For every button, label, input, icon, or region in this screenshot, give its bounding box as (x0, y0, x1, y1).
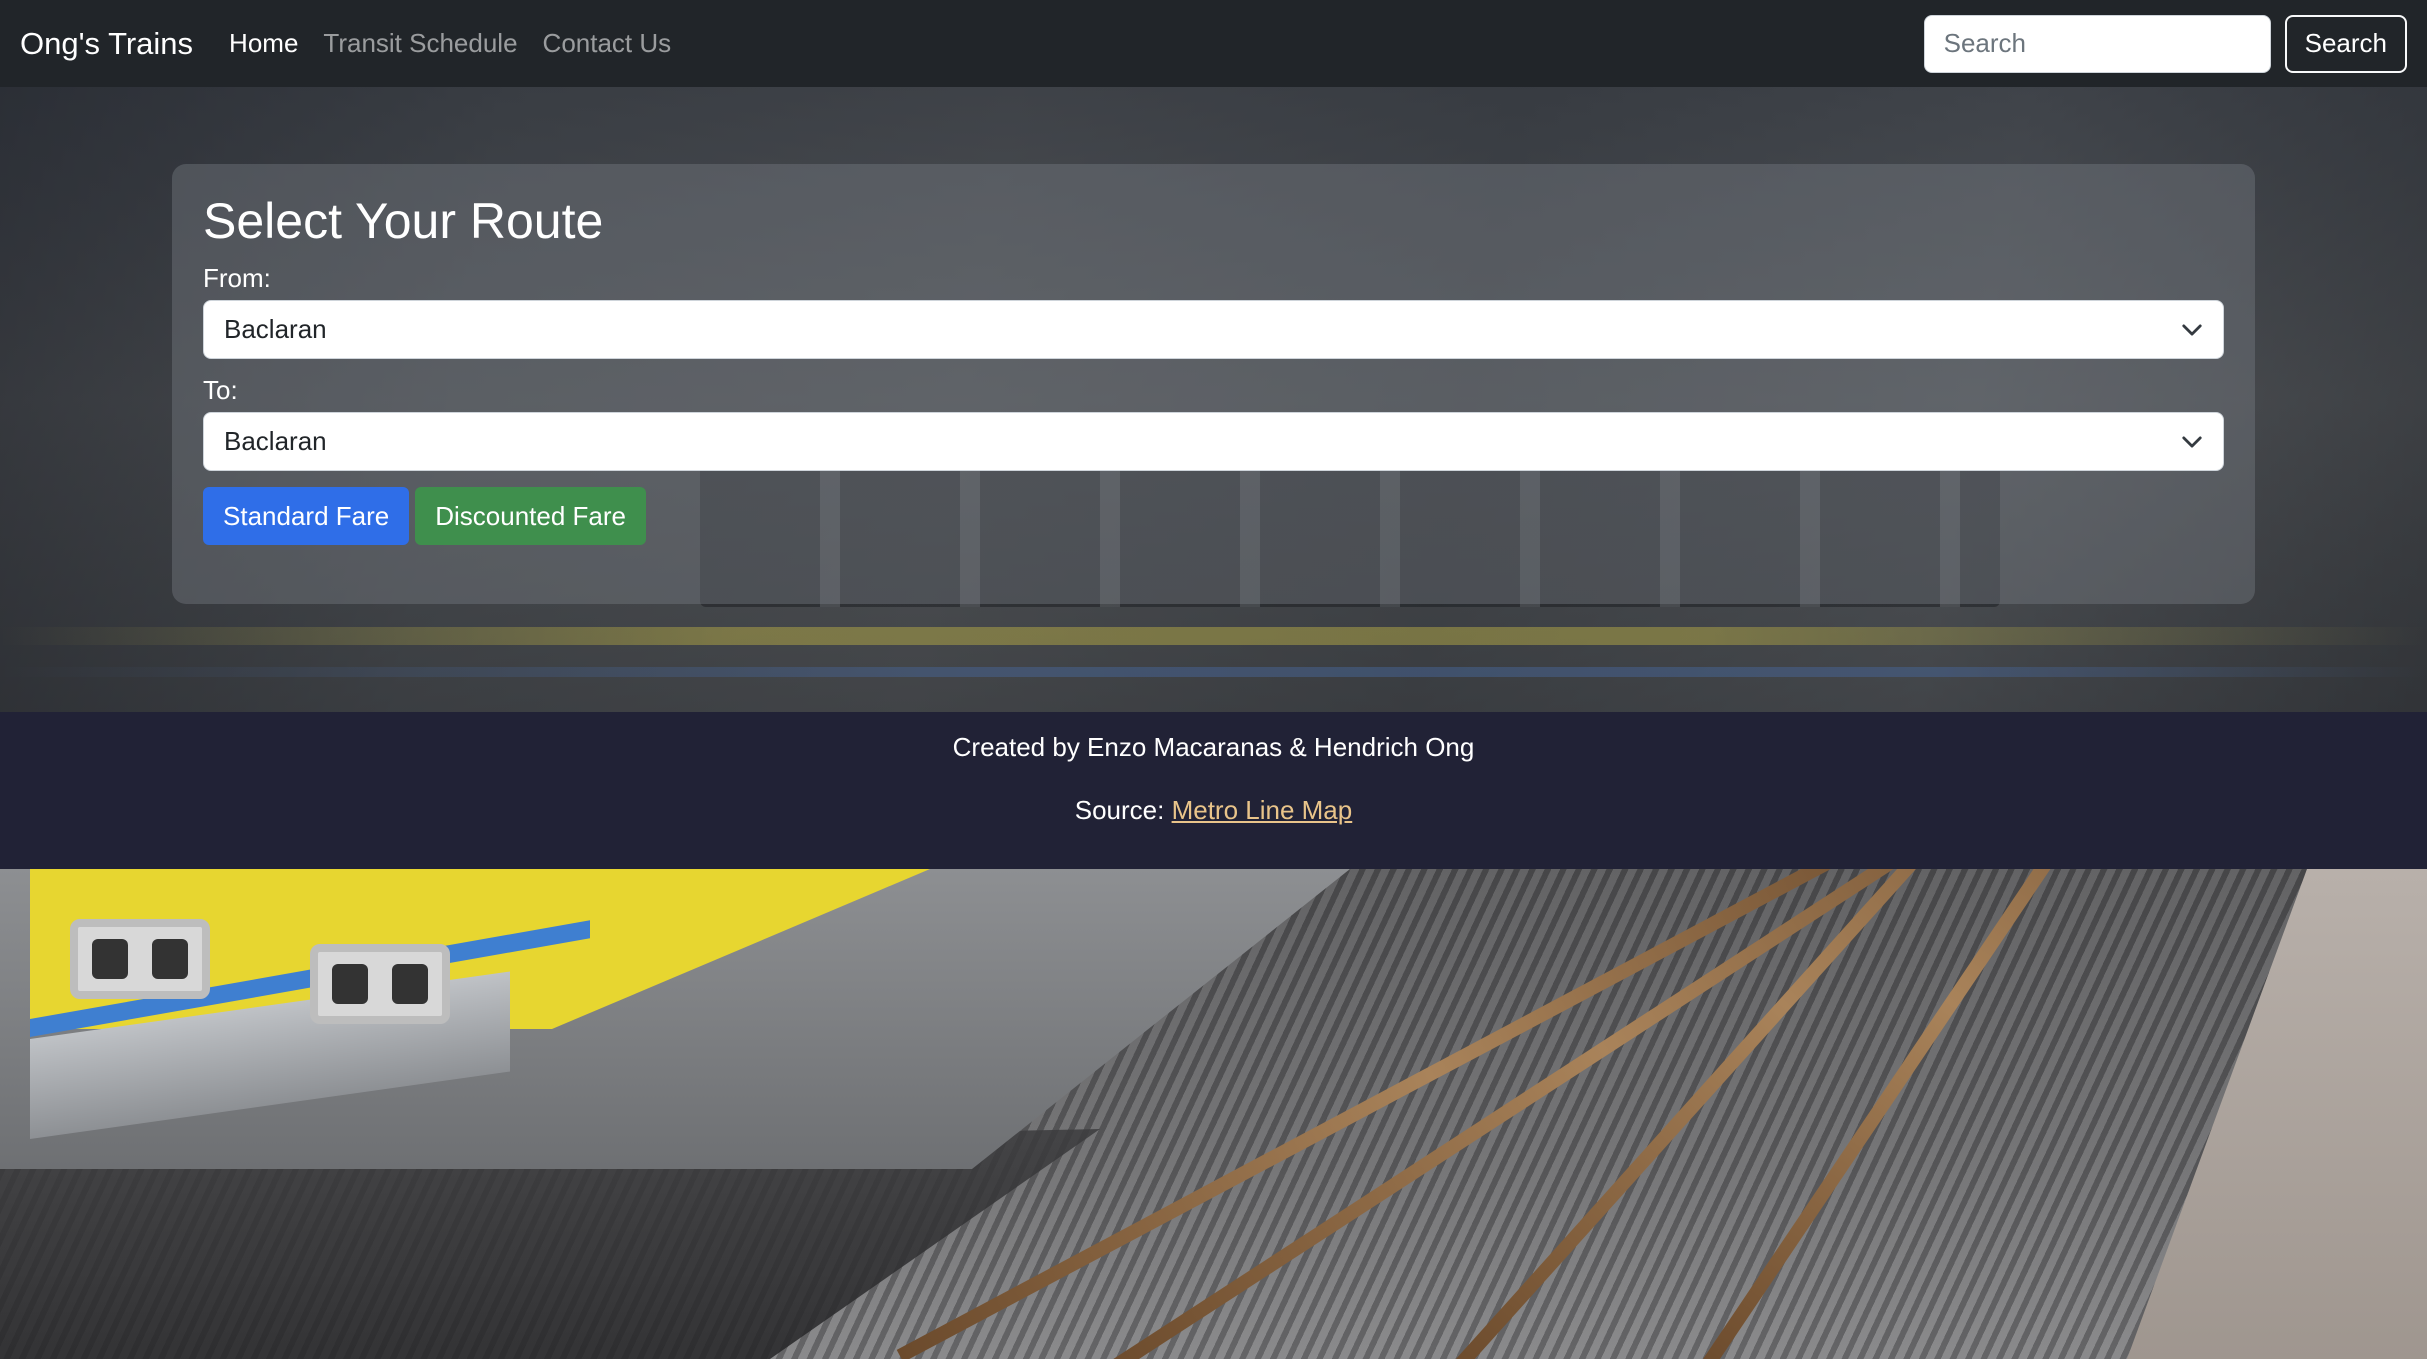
hero-section: Select Your Route From: Baclaran To: Bac… (0, 87, 2427, 712)
from-select[interactable]: Baclaran (203, 300, 2224, 359)
chevron-down-icon (2182, 324, 2202, 335)
chevron-down-icon (2182, 436, 2202, 447)
fare-button-row: Standard Fare Discounted Fare (203, 487, 2224, 545)
standard-fare-button[interactable]: Standard Fare (203, 487, 410, 545)
route-card: Select Your Route From: Baclaran To: Bac… (172, 164, 2255, 604)
from-select-value: Baclaran (224, 314, 327, 344)
footer-source-label: Source: (1074, 795, 1172, 825)
footer-source: Source: Metro Line Map (0, 795, 2427, 826)
footer-credit: Created by Enzo Macaranas & Hendrich Ong (952, 732, 1475, 762)
hero-train-stripe-blue (0, 667, 2427, 677)
to-select-value: Baclaran (224, 426, 327, 456)
footer: Created by Enzo Macaranas & Hendrich Ong… (0, 712, 2427, 869)
discounted-fare-button[interactable]: Discounted Fare (415, 487, 646, 545)
route-title: Select Your Route (203, 193, 604, 249)
nav-link-contact-us[interactable]: Contact Us (543, 28, 672, 59)
search-input[interactable] (1923, 14, 2271, 73)
navbar: Ong's Trains Home Transit Schedule Conta… (0, 0, 2427, 87)
train-tracks-background-image (0, 869, 2427, 1359)
nav-search-form: Search (1923, 14, 2407, 73)
to-select[interactable]: Baclaran (203, 412, 2224, 471)
from-label: From: (203, 263, 271, 293)
metro-line-map-link[interactable]: Metro Line Map (1172, 795, 1353, 825)
nav-link-home[interactable]: Home (229, 28, 298, 59)
nav-link-transit-schedule[interactable]: Transit Schedule (323, 28, 517, 59)
to-label: To: (203, 375, 238, 405)
train-headlight-left (70, 919, 210, 999)
search-button[interactable]: Search (2284, 14, 2407, 73)
hero-train-stripe-yellow (0, 627, 2427, 645)
train-headlight-right (310, 944, 450, 1024)
brand-link[interactable]: Ong's Trains (20, 26, 193, 62)
